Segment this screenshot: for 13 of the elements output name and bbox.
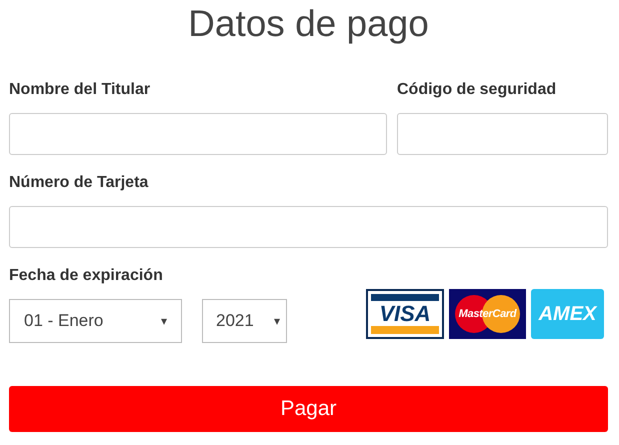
field-label: Número de Tarjeta — [9, 173, 150, 193]
pay-button[interactable]: Pagar — [9, 386, 608, 432]
amex-logo: AMEX — [531, 289, 604, 339]
input-field[interactable] — [9, 113, 387, 155]
field-label: Fecha de expiración — [9, 266, 164, 286]
input-field[interactable] — [397, 113, 608, 155]
input-field[interactable] — [9, 206, 608, 248]
page-title: Datos de pago — [188, 5, 429, 42]
year-select[interactable]: 2021 ▾ — [202, 299, 287, 343]
visa-logo: VISA — [366, 289, 444, 339]
month-select[interactable]: 01 - Enero ▾ — [9, 299, 182, 343]
field-label: Nombre del Titular — [9, 80, 152, 100]
field-label: Código de seguridad — [397, 80, 558, 100]
